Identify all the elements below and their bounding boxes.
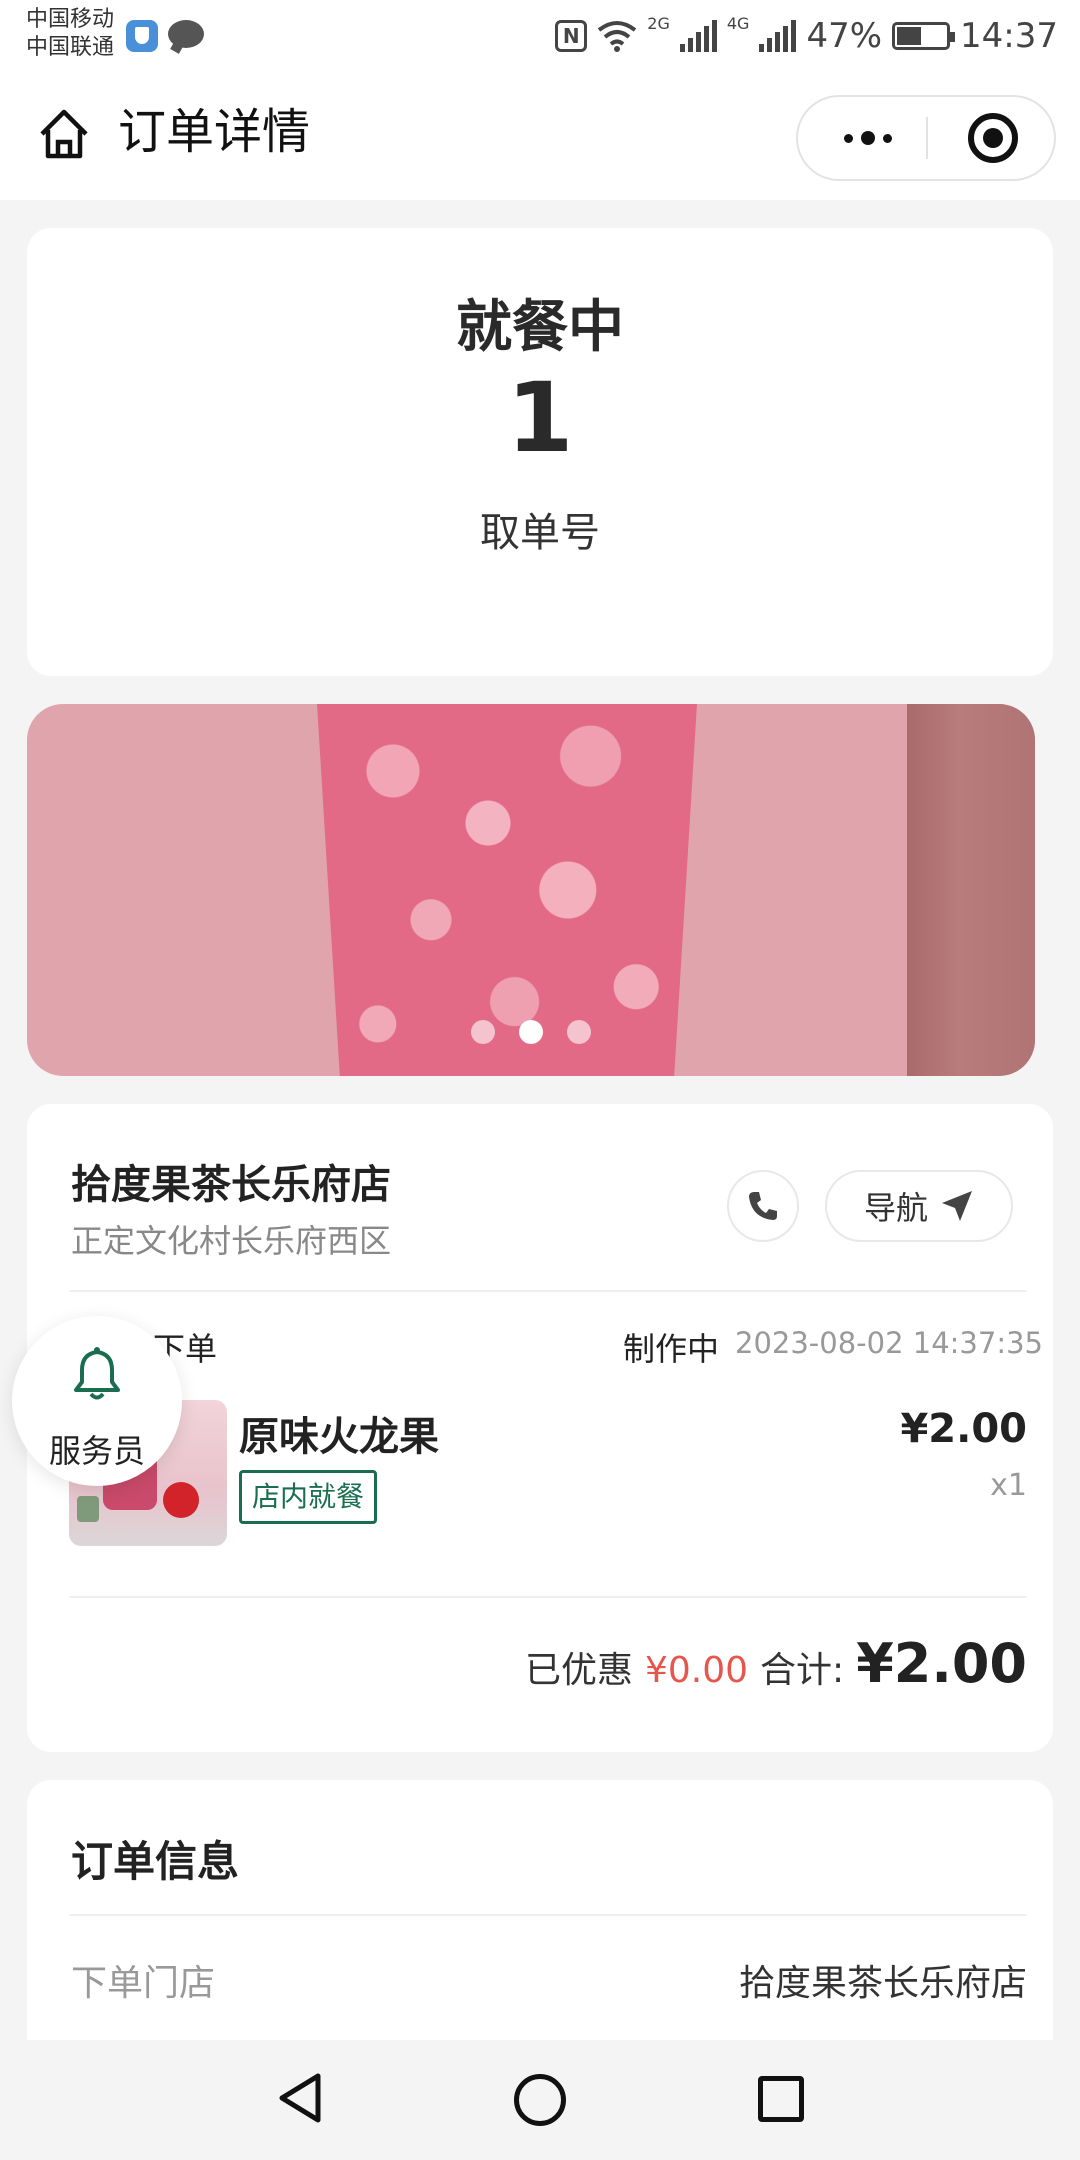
banner-dot[interactable] (567, 1020, 591, 1044)
page-title: 订单详情 (118, 104, 311, 160)
pickup-number: 1 (506, 362, 574, 474)
home-icon[interactable] (36, 106, 92, 162)
signal-2-icon (759, 20, 797, 52)
dine-in-tag: 店内就餐 (239, 1470, 378, 1524)
network-2g-label: 2G (647, 14, 670, 33)
navigation-arrow-icon (942, 1191, 972, 1221)
miniprogram-capsule (796, 95, 1056, 181)
promo-banner[interactable] (27, 704, 1035, 1076)
carrier-labels: 中国移动 中国联通 (26, 6, 114, 62)
status-bar: 中国移动 中国联通 N 2G 4G 47% 14:37 (0, 0, 1080, 72)
call-waiter-label: 服务员 (48, 1432, 145, 1470)
phone-icon (749, 1192, 777, 1220)
product-quantity: x1 (990, 1468, 1027, 1503)
product-price: ¥2.00 (900, 1406, 1027, 1452)
wifi-icon (598, 21, 637, 52)
order-progress-status: 制作中 (623, 1330, 720, 1368)
back-icon[interactable] (274, 2070, 330, 2126)
order-status-card: 就餐中 1 取单号 (27, 228, 1053, 676)
clock: 14:37 (960, 16, 1058, 56)
navigate-label: 导航 (863, 1189, 928, 1227)
bell-icon (74, 1347, 120, 1400)
status-icons: N 2G 4G 47% 14:37 (555, 14, 1058, 58)
discount-value: ¥0.00 (644, 1650, 749, 1691)
shield-icon (126, 20, 158, 52)
header: 订单详情 (0, 72, 1080, 200)
store-name: 拾度果茶长乐府店 (71, 1162, 391, 1208)
order-totals: 已优惠 ¥0.00 合计: ¥2.00 (525, 1632, 1027, 1695)
carrier-2: 中国联通 (26, 35, 115, 60)
store-address: 正定文化村长乐府西区 (71, 1222, 392, 1260)
more-icon[interactable] (818, 97, 918, 179)
battery-icon (892, 22, 956, 50)
signal-1-icon (679, 20, 717, 52)
carrier-1: 中国移动 (26, 7, 115, 32)
order-info-title: 订单信息 (71, 1837, 240, 1886)
call-waiter-button[interactable]: 服务员 (12, 1316, 182, 1486)
banner-dot[interactable] (471, 1020, 495, 1044)
close-miniprogram-icon[interactable] (968, 113, 1018, 163)
navigate-button[interactable]: 导航 (825, 1170, 1013, 1242)
home-nav-icon[interactable] (514, 2074, 566, 2126)
capsule-divider (926, 117, 928, 159)
chat-bubble-icon (168, 20, 204, 48)
banner-pagination (27, 1020, 1035, 1044)
order-status-title: 就餐中 (456, 295, 624, 360)
divider (69, 1914, 1027, 1916)
banner-dot-active[interactable] (519, 1020, 543, 1044)
battery-percent: 47% (806, 16, 883, 56)
recent-apps-icon[interactable] (758, 2076, 804, 2122)
total-label: 合计: (760, 1650, 845, 1691)
nfc-icon: N (555, 20, 588, 52)
divider (69, 1596, 1027, 1598)
call-store-button[interactable] (727, 1170, 799, 1242)
network-4g-label: 4G (726, 14, 750, 33)
divider (69, 1290, 1027, 1292)
total-value: ¥2.00 (856, 1632, 1027, 1695)
order-time: 2023-08-02 14:37:35 (735, 1326, 1043, 1360)
system-navigation-bar (0, 2040, 1080, 2160)
product-name: 原味火龙果 (239, 1414, 439, 1460)
order-info-row-value: 拾度果茶长乐府店 (738, 1963, 1027, 2004)
order-info-row-label: 下单门店 (71, 1963, 216, 2004)
pickup-number-label: 取单号 (480, 510, 600, 556)
discount-label: 已优惠 (524, 1650, 633, 1691)
